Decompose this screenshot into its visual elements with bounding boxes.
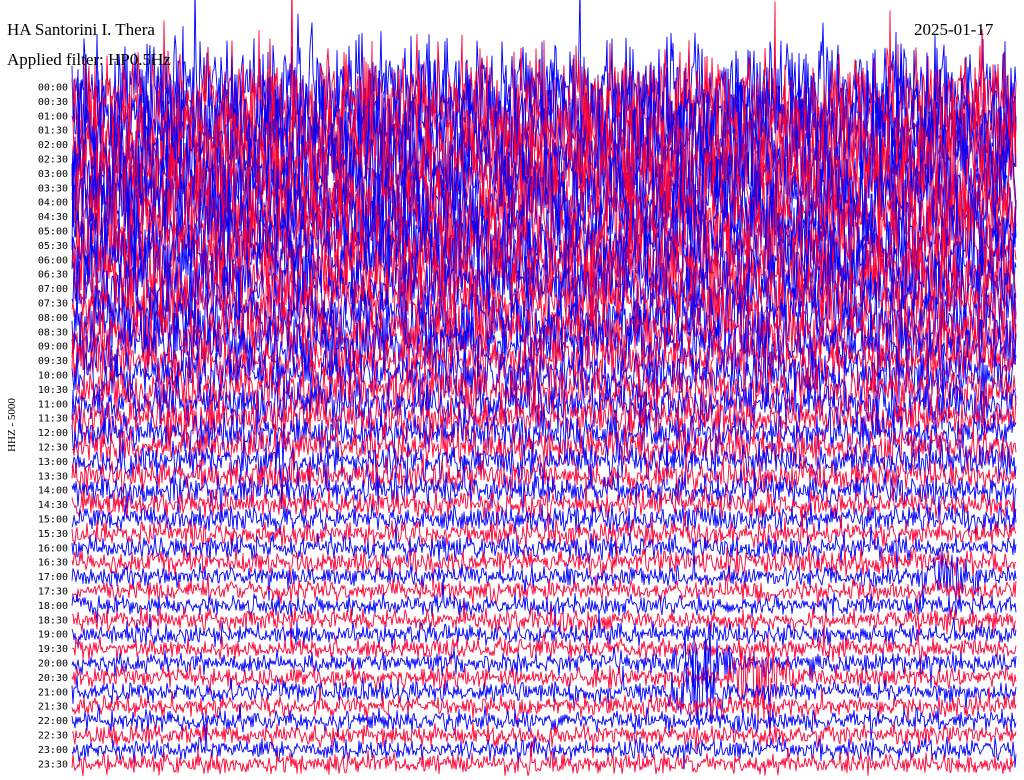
row-tick-label: 21:00 (38, 687, 68, 698)
row-tick-label: 19:00 (38, 630, 68, 641)
seismogram-plot: 00:00 00:30 01:00 01:30 02:00 02:30 03:00 03:30… (38, 0, 1017, 777)
y-axis-label: HHZ - 5000 (6, 398, 18, 452)
row-tick-label: 14:00 (38, 486, 68, 497)
row-tick-label: 13:30 (38, 471, 68, 482)
row-tick-label: 22:30 (38, 731, 68, 742)
row-tick-label: 07:30 (38, 299, 68, 310)
row-tick-label: 09:00 (38, 342, 68, 353)
row-tick-label: 02:00 (38, 140, 68, 151)
row-tick-label: 14:30 (38, 500, 68, 511)
row-tick-label: 21:30 (38, 702, 68, 713)
chart-title: HA Santorini I. Thera (7, 20, 155, 39)
row-tick-label: 08:00 (38, 313, 68, 324)
trace-line (71, 721, 1017, 759)
row-tick-label: 18:30 (38, 615, 68, 626)
row-tick-label: 06:30 (38, 270, 68, 281)
row-tick-label: 16:00 (38, 543, 68, 554)
row-tick-label: 00:00 (38, 83, 68, 94)
row-tick-label: 03:00 (38, 169, 68, 180)
row-tick-label: 04:00 (38, 198, 68, 209)
row-tick-label: 10:00 (38, 371, 68, 382)
chart-date: 2025-01-17 (914, 20, 994, 39)
row-tick-label: 04:30 (38, 212, 68, 223)
row-tick-label: 23:00 (38, 745, 68, 756)
row-tick-label: 02:30 (38, 155, 68, 166)
trace-line (71, 703, 1017, 741)
row-tick-label: 11:30 (38, 414, 68, 425)
row-tick-label: 13:00 (38, 457, 68, 468)
trace-group (71, 0, 1017, 777)
row-tick-label: 00:30 (38, 97, 68, 108)
row-tick-label: 07:00 (38, 284, 68, 295)
row-tick-label: 22:00 (38, 716, 68, 727)
row-tick-label: 18:00 (38, 601, 68, 612)
row-tick-label: 11:00 (38, 399, 68, 410)
row-tick-label: 12:00 (38, 428, 68, 439)
time-axis: 00:00 00:30 01:00 01:30 02:00 02:30 03:00 03:30… (38, 83, 68, 771)
row-tick-label: 17:30 (38, 587, 68, 598)
row-tick-label: 09:30 (38, 356, 68, 367)
row-tick-label: 15:30 (38, 529, 68, 540)
chart-subtitle: Applied filter: HP0.5Hz (7, 50, 171, 69)
row-tick-label: 17:00 (38, 572, 68, 583)
row-tick-label: 08:30 (38, 327, 68, 338)
row-tick-label: 10:30 (38, 385, 68, 396)
row-tick-label: 23:30 (38, 759, 68, 770)
row-tick-label: 05:00 (38, 227, 68, 238)
row-tick-label: 01:30 (38, 126, 68, 137)
row-tick-label: 20:30 (38, 673, 68, 684)
row-tick-label: 01:00 (38, 111, 68, 122)
row-tick-label: 20:00 (38, 659, 68, 670)
row-tick-label: 06:00 (38, 255, 68, 266)
row-tick-label: 16:30 (38, 558, 68, 569)
row-tick-label: 15:00 (38, 515, 68, 526)
row-tick-label: 03:30 (38, 183, 68, 194)
row-tick-label: 12:30 (38, 443, 68, 454)
row-tick-label: 19:30 (38, 644, 68, 655)
row-tick-label: 05:30 (38, 241, 68, 252)
